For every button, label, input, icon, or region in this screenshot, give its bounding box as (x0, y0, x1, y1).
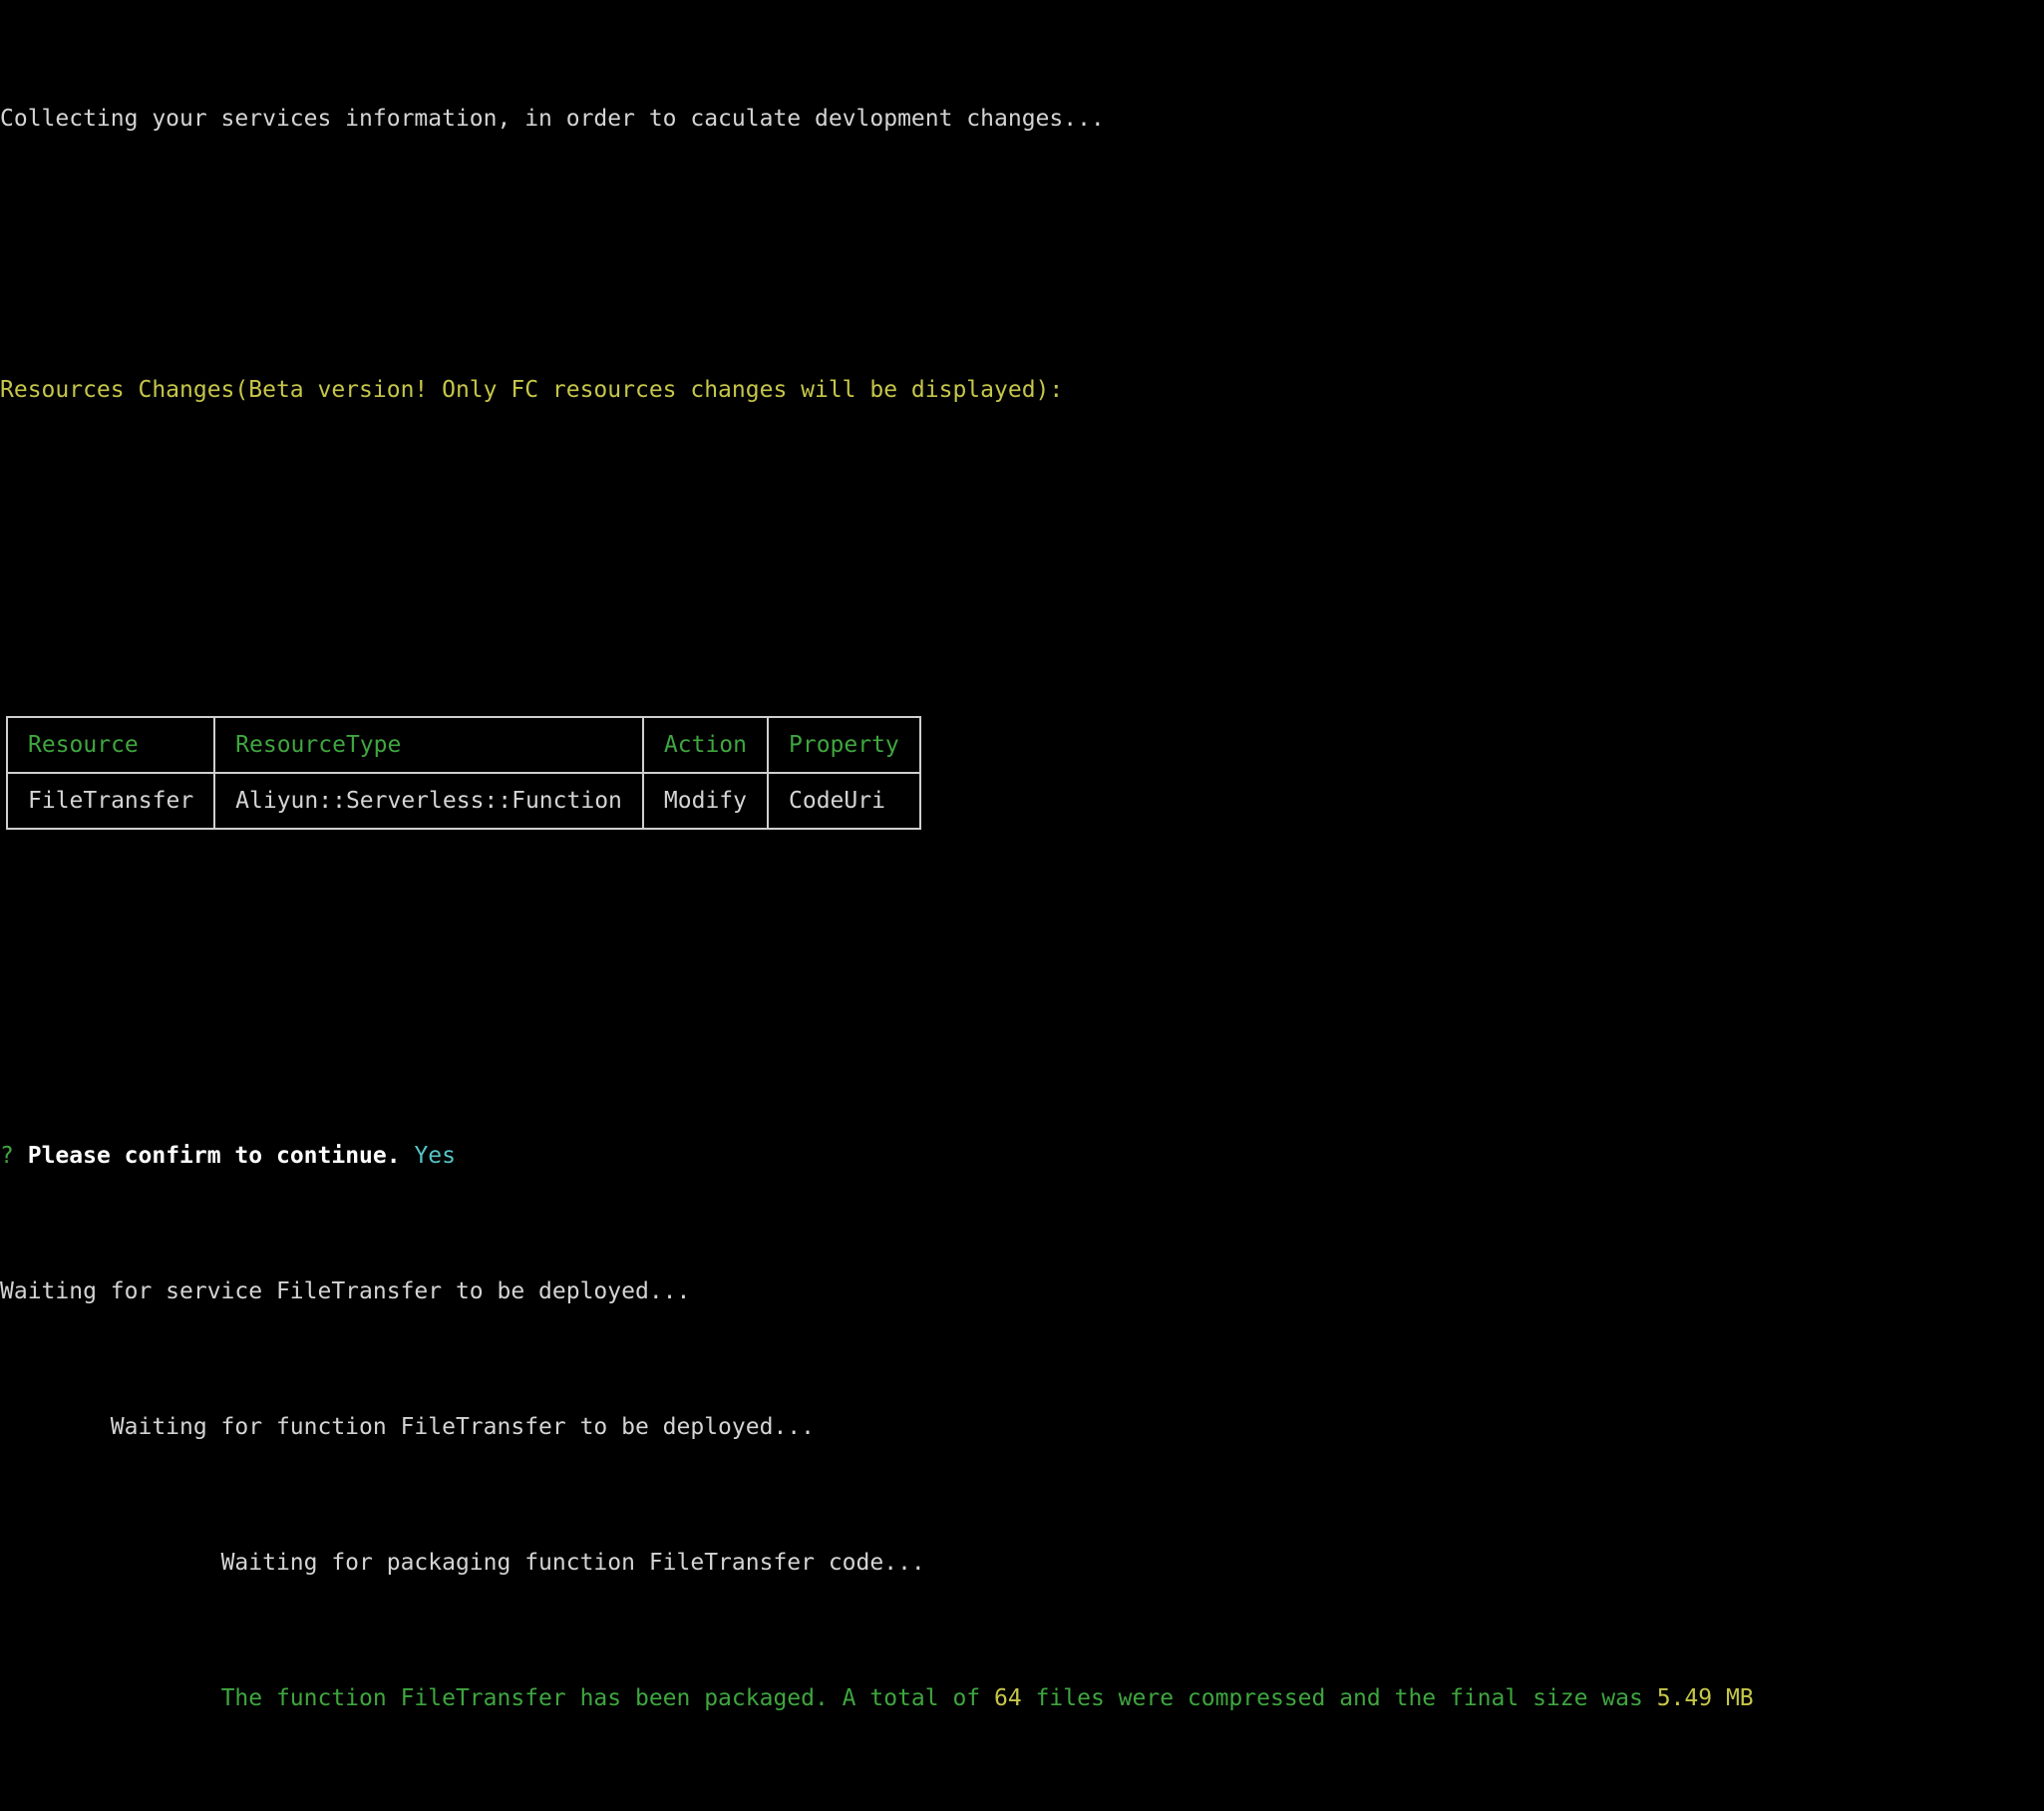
waiting-service-text: Waiting for service FileTransfer to be d… (0, 1278, 691, 1304)
cell-resourcetype: Aliyun::Serverless::Function (213, 772, 644, 830)
waiting-packaging-text: Waiting for packaging function FileTrans… (220, 1550, 925, 1576)
question-marker-icon: ? (0, 1143, 14, 1169)
cell-property: CodeUri (767, 772, 921, 830)
log-line-resources-header: Resources Changes(Beta version! Only FC … (0, 373, 2044, 407)
table-body: FileTransfer Aliyun::Serverless::Functio… (5, 772, 921, 830)
packaged-final-size: 5.49 MB (1656, 1685, 1754, 1711)
collecting-text: Collecting your services information, in… (0, 106, 1105, 132)
column-header-resource: Resource (5, 716, 216, 774)
table-row: FileTransfer Aliyun::Serverless::Functio… (5, 772, 921, 830)
cell-resource: FileTransfer (5, 772, 216, 830)
confirm-prompt-text: Please confirm to continue. (27, 1143, 401, 1169)
log-line-waiting-packaging: Waiting for packaging function FileTrans… (0, 1546, 2044, 1580)
table-header: Resource ResourceType Action Property (5, 716, 921, 774)
waiting-function-text: Waiting for function FileTransfer to be … (110, 1414, 815, 1440)
resources-changes-header: Resources Changes(Beta version! Only FC … (0, 377, 1064, 403)
confirm-answer: Yes (414, 1143, 456, 1169)
confirm-prompt-line: ? Please confirm to continue. Yes (0, 1139, 2044, 1173)
resources-changes-table-wrapper: Resource ResourceType Action Property Fi… (0, 644, 2044, 902)
column-header-action: Action (641, 716, 770, 774)
packaged-text-part2: files were compressed and the final size… (1021, 1685, 1657, 1711)
packaged-text-part1: The function FileTransfer has been packa… (220, 1685, 995, 1711)
log-line-waiting-function: Waiting for function FileTransfer to be … (0, 1410, 2044, 1444)
cell-action: Modify (641, 772, 770, 830)
log-line-packaged: The function FileTransfer has been packa… (0, 1681, 2044, 1715)
packaged-file-count: 64 (994, 1685, 1022, 1711)
log-line-waiting-service: Waiting for service FileTransfer to be d… (0, 1274, 2044, 1308)
column-header-resourcetype: ResourceType (213, 716, 644, 774)
table-header-row: Resource ResourceType Action Property (5, 716, 921, 774)
column-header-property: Property (767, 716, 921, 774)
terminal-output: Collecting your services information, in… (0, 0, 2044, 1711)
log-line-collecting: Collecting your services information, in… (0, 102, 2044, 136)
resources-changes-table: Resource ResourceType Action Property Fi… (5, 716, 921, 830)
